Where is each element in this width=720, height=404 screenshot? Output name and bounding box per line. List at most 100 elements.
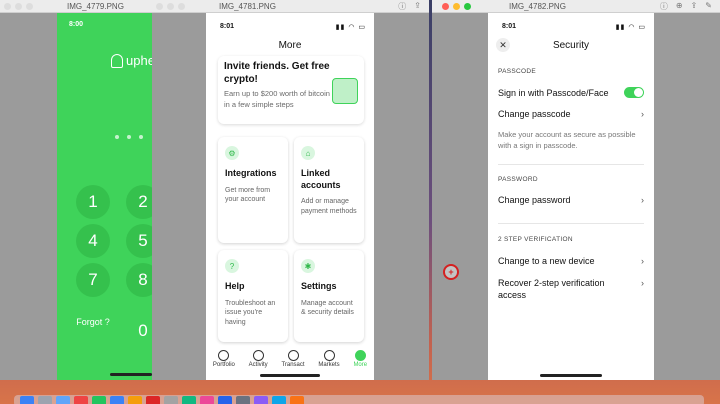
mail-icon[interactable] — [110, 396, 124, 404]
settings-icon[interactable] — [236, 396, 250, 404]
status-time: 8:01 — [502, 23, 517, 30]
zoom-icon[interactable] — [26, 2, 33, 10]
invite-friends-card[interactable]: Invite friends. Get free crypto! Earn up… — [218, 56, 364, 124]
close-icon[interactable] — [442, 2, 449, 10]
security-screen: 8:01 ▮▮ ◠ ▭ ✕ Security PASSCODE Sign in … — [488, 13, 654, 380]
preview-window-img-4782[interactable]: IMG_4782.PNG ⓘ ⊕ ⇪ ✎ 8:01 ▮▮ ◠ ▭ ✕ Secur… — [432, 0, 720, 380]
toolbar-icons: ⓘ ⇪ — [398, 1, 429, 12]
preview-icon[interactable] — [272, 396, 286, 404]
window-title: IMG_4781.PNG — [219, 1, 276, 11]
card-title: Help — [225, 281, 245, 291]
facetime-icon[interactable] — [182, 396, 196, 404]
change-passcode-label: Change passcode — [498, 109, 571, 119]
status-bar: 8:01 ▮▮ ◠ ▭ — [220, 23, 366, 31]
uphold-logo-icon — [111, 53, 123, 68]
card-subtitle: Add or manage payment methods — [301, 198, 357, 216]
two-step-section-label: 2 STEP VERIFICATION — [498, 236, 573, 243]
minimize-icon[interactable] — [15, 2, 22, 10]
tab-portfolio[interactable]: Portfolio — [213, 350, 235, 368]
key-8[interactable]: 8 — [126, 263, 152, 297]
home-indicator — [110, 373, 152, 376]
card-title: Linked accounts — [301, 168, 341, 190]
forgot-passcode-link[interactable]: Forgot ? — [68, 317, 118, 329]
zoom-icon[interactable] — [464, 2, 471, 10]
tab-label: Portfolio — [212, 362, 235, 368]
tab-markets[interactable]: Markets — [318, 350, 340, 368]
recover-access-row[interactable]: Recover 2-step verification access › — [498, 278, 644, 301]
share-icon[interactable]: ⇪ — [414, 1, 421, 12]
change-device-row[interactable]: Change to a new device › — [498, 256, 644, 266]
gift-phone-illustration-icon — [332, 78, 358, 104]
passcode-description: Make your account as secure as possible … — [498, 130, 636, 151]
tab-transact[interactable]: Transact — [281, 350, 305, 368]
tab-label: Transact — [281, 362, 305, 368]
markup-icon[interactable]: ✎ — [705, 1, 712, 12]
preview-window-img-4781[interactable]: IMG_4781.PNG ⓘ ⇪ 8:01 ▮▮ ◠ ▭ More Invite… — [152, 0, 429, 380]
key-1[interactable]: 1 — [76, 185, 110, 219]
passcode-toggle[interactable] — [624, 87, 644, 98]
key-7[interactable]: 7 — [76, 263, 110, 297]
info-icon[interactable]: ⓘ — [660, 1, 668, 12]
window-content: 8:01 ▮▮ ◠ ▭ More Invite friends. Get fre… — [152, 13, 429, 380]
settings-card[interactable]: ✱ Settings Manage account & security det… — [294, 250, 364, 342]
integrations-card[interactable]: ⚙ Integrations Get more from your accoun… — [218, 137, 288, 243]
key-2[interactable]: 2 — [126, 185, 152, 219]
sign-in-passcode-row: Sign in with Passcode/Face — [498, 87, 644, 98]
chevron-right-icon: › — [641, 195, 644, 205]
more-icon — [354, 350, 366, 361]
chrome-icon[interactable] — [74, 396, 88, 404]
zoom-icon[interactable] — [178, 2, 185, 10]
bottom-tab-bar: Portfolio Activity Transact Markets More — [206, 347, 374, 371]
key-0[interactable]: 0 — [126, 314, 152, 348]
podcasts-icon[interactable] — [254, 396, 268, 404]
share-icon[interactable]: ⇪ — [691, 1, 698, 12]
bank-icon: ⌂ — [301, 146, 315, 160]
change-passcode-row[interactable]: Change passcode › — [498, 109, 644, 119]
music-icon[interactable] — [200, 396, 214, 404]
change-password-label: Change password — [498, 195, 571, 205]
minimize-icon[interactable] — [453, 2, 460, 10]
minimize-icon[interactable] — [167, 2, 174, 10]
page-title: Security — [552, 40, 590, 51]
key-4[interactable]: 4 — [76, 224, 110, 258]
info-icon[interactable]: ⓘ — [398, 1, 406, 12]
preview-window-img-4779[interactable]: IMG_4779.PNG 8:00 uphe 1 2 4 5 7 8 0 For… — [0, 0, 152, 380]
close-icon[interactable] — [4, 2, 11, 10]
tab-label: Activity — [248, 362, 268, 368]
launchpad-icon[interactable] — [38, 396, 52, 404]
photos-icon[interactable] — [128, 396, 142, 404]
window-title: IMG_4782.PNG — [509, 1, 566, 11]
window-titlebar[interactable]: IMG_4782.PNG ⓘ ⊕ ⇪ ✎ — [432, 0, 720, 13]
tab-more[interactable]: More — [353, 350, 367, 368]
change-device-label: Change to a new device — [498, 256, 595, 266]
change-password-row[interactable]: Change password › — [498, 195, 644, 205]
home-indicator — [540, 374, 602, 377]
linked-accounts-card[interactable]: ⌂ Linked accounts Add or manage payment … — [294, 137, 364, 243]
safari-icon[interactable] — [56, 396, 70, 404]
dock — [14, 395, 704, 404]
help-card[interactable]: ? Help Troubleshoot an issue you're havi… — [218, 250, 288, 342]
zoom-in-icon[interactable]: ⊕ — [676, 1, 683, 12]
tab-label: Markets — [318, 362, 340, 368]
uphold-logo-text: uphe — [126, 53, 152, 68]
app-store-icon[interactable] — [218, 396, 232, 404]
pages-icon[interactable] — [290, 396, 304, 404]
notes-icon[interactable] — [164, 396, 178, 404]
sign-in-passcode-label: Sign in with Passcode/Face — [498, 87, 609, 98]
chevron-right-icon: › — [641, 109, 644, 119]
tab-activity[interactable]: Activity — [249, 350, 268, 368]
home-indicator — [260, 374, 320, 377]
close-icon[interactable] — [156, 2, 163, 10]
window-titlebar[interactable]: IMG_4781.PNG ⓘ ⇪ — [152, 0, 429, 13]
card-title: Settings — [301, 281, 337, 291]
status-bar: 8:01 ▮▮ ◠ ▭ — [502, 23, 646, 31]
calendar-icon[interactable] — [146, 396, 160, 404]
messages-icon[interactable] — [92, 396, 106, 404]
page-title: More — [278, 40, 302, 51]
settings-icon: ✱ — [301, 259, 315, 273]
card-subtitle: Get more from your account — [225, 186, 271, 204]
window-titlebar[interactable]: IMG_4779.PNG — [0, 0, 152, 13]
card-title: Integrations — [225, 168, 277, 178]
key-5[interactable]: 5 — [126, 224, 152, 258]
finder-icon[interactable] — [20, 396, 34, 404]
